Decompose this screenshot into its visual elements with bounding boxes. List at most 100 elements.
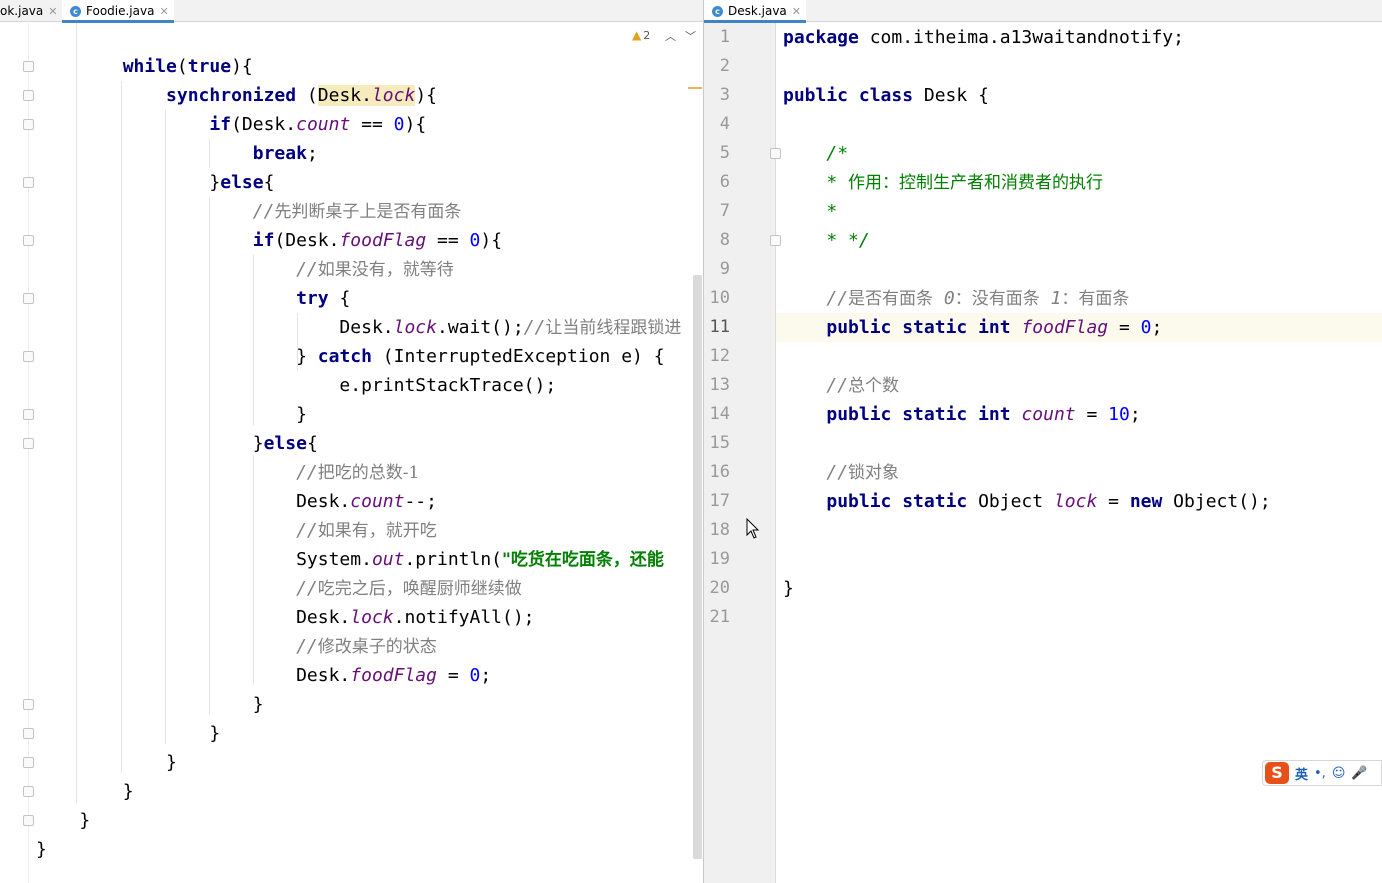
code-line[interactable]: if(Desk.foodFlag == 0){: [36, 226, 502, 255]
fold-marker[interactable]: [23, 177, 34, 188]
code-line[interactable]: public static int count = 10;: [783, 400, 1140, 429]
line-number: 8: [719, 230, 730, 250]
close-icon[interactable]: ✕: [48, 5, 57, 18]
code-line[interactable]: break;: [36, 139, 318, 168]
code-line[interactable]: //先判断桌子上是否有面条: [36, 197, 462, 226]
code-line[interactable]: Desk.lock.notifyAll();: [36, 603, 534, 632]
code-line[interactable]: public class Desk {: [783, 81, 989, 110]
code-line[interactable]: *: [783, 197, 837, 226]
punctuation-icon[interactable]: •,: [1314, 766, 1326, 781]
line-number: 9: [719, 259, 730, 279]
code-line[interactable]: synchronized (Desk.lock){: [36, 81, 437, 110]
code-line[interactable]: //锁对象: [783, 458, 899, 487]
line-number: 20: [709, 578, 730, 598]
code-line[interactable]: Desk.foodFlag = 0;: [36, 661, 491, 690]
code-line[interactable]: //吃完之后，唤醒厨师继续做: [36, 574, 522, 603]
tab-desk-java[interactable]: c Desk.java ✕: [704, 0, 806, 23]
line-number: 6: [719, 172, 730, 192]
tab-foodie-java[interactable]: c Foodie.java ✕: [62, 0, 174, 23]
code-line[interactable]: //如果没有，就等待: [36, 255, 454, 284]
line-number: 3: [719, 85, 730, 105]
code-line[interactable]: }: [36, 400, 307, 429]
line-number: 18: [709, 520, 730, 540]
code-line[interactable]: try {: [36, 284, 350, 313]
chevron-down-icon[interactable]: ﹀: [685, 28, 696, 44]
fold-marker[interactable]: [23, 728, 34, 739]
code-line[interactable]: } catch (InterruptedException e) {: [36, 342, 664, 371]
code-line[interactable]: }: [783, 574, 794, 603]
code-line[interactable]: //如果有，就开吃: [36, 516, 437, 545]
ime-language-toggle[interactable]: 英: [1295, 764, 1308, 783]
code-line[interactable]: public static Object lock = new Object()…: [783, 487, 1270, 516]
fold-marker[interactable]: [23, 293, 34, 304]
fold-marker[interactable]: [23, 90, 34, 101]
code-line[interactable]: }: [36, 690, 264, 719]
fold-marker[interactable]: [23, 438, 34, 449]
close-icon[interactable]: ✕: [159, 5, 168, 18]
line-number: 19: [709, 549, 730, 569]
fold-marker[interactable]: [23, 409, 34, 420]
code-line[interactable]: Desk.count--;: [36, 487, 437, 516]
ime-toolbar[interactable]: S 英 •, ☺ 🎤: [1262, 760, 1382, 786]
fold-marker[interactable]: [770, 148, 781, 159]
line-number: 10: [709, 288, 730, 308]
code-line[interactable]: //总个数: [783, 371, 899, 400]
code-line[interactable]: while(true){: [36, 52, 253, 81]
tab-label: Desk.java: [728, 4, 787, 18]
fold-marker[interactable]: [23, 235, 34, 246]
code-line[interactable]: //修改桌子的状态: [36, 632, 437, 661]
tab-label: ok.java: [0, 4, 44, 18]
line-number: 14: [709, 404, 730, 424]
line-number: 2: [719, 56, 730, 76]
gutter-divider: [28, 23, 29, 883]
code-line[interactable]: }: [36, 719, 220, 748]
code-line[interactable]: //把吃的总数-1: [36, 458, 419, 487]
code-line[interactable]: }: [36, 835, 47, 864]
line-number: 16: [709, 462, 730, 482]
code-line[interactable]: * 作用：控制生产者和消费者的执行: [783, 168, 1103, 197]
line-number: 1: [719, 27, 730, 47]
code-line[interactable]: }: [36, 748, 177, 777]
desk-editor[interactable]: 1 2 3 4 5 6 7 8 9 10 11 12 13 14 15 16 17 18 19 20 21 packag…: [704, 23, 1382, 883]
code-line[interactable]: e.printStackTrace();: [36, 371, 556, 400]
fold-marker[interactable]: [770, 235, 781, 246]
code-line[interactable]: }: [36, 806, 90, 835]
emoji-icon[interactable]: ☺: [1332, 766, 1346, 781]
fold-marker[interactable]: [23, 815, 34, 826]
chevron-up-icon[interactable]: ︿: [665, 28, 676, 44]
inspection-widget[interactable]: ▲ 2: [632, 28, 650, 42]
warning-count: 2: [643, 28, 651, 42]
code-line[interactable]: public static int foodFlag = 0;: [783, 313, 1162, 342]
left-tab-bar: ok.java ✕ c Foodie.java ✕: [0, 0, 703, 23]
close-icon[interactable]: ✕: [792, 5, 801, 18]
microphone-icon[interactable]: 🎤: [1351, 766, 1367, 781]
line-number: 15: [709, 433, 730, 453]
code-line[interactable]: }: [36, 777, 134, 806]
fold-marker[interactable]: [23, 786, 34, 797]
class-file-icon: c: [712, 5, 723, 17]
code-line[interactable]: Desk.lock.wait();//让当前线程跟锁进: [36, 313, 681, 342]
fold-marker[interactable]: [23, 699, 34, 710]
code-line[interactable]: * */: [783, 226, 869, 255]
code-line[interactable]: if(Desk.count == 0){: [36, 110, 426, 139]
foodie-editor[interactable]: ▲ 2 ︿ ﹀ while(true){ synchronized (Desk.…: [0, 23, 703, 883]
code-line[interactable]: package com.itheima.a13waitandnotify;: [783, 23, 1184, 52]
sogou-logo-icon: S: [1265, 762, 1289, 784]
tab-ok-java[interactable]: ok.java ✕: [0, 0, 60, 22]
fold-marker[interactable]: [23, 351, 34, 362]
code-line[interactable]: //是否有面条 0：没有面条 1：有面条: [783, 284, 1129, 313]
fold-marker[interactable]: [23, 757, 34, 768]
vertical-scrollbar[interactable]: [693, 275, 702, 859]
line-number: 13: [709, 375, 730, 395]
line-number: 12: [709, 346, 730, 366]
warning-icon: ▲: [632, 28, 642, 42]
code-line[interactable]: System.out.println("吃货在吃面条，还能: [36, 545, 664, 574]
right-tab-bar: c Desk.java ✕: [704, 0, 1382, 23]
code-line[interactable]: }else{: [36, 429, 318, 458]
fold-marker[interactable]: [23, 61, 34, 72]
fold-marker[interactable]: [23, 119, 34, 130]
line-number: 5: [719, 143, 730, 163]
code-line[interactable]: }else{: [36, 168, 274, 197]
code-line[interactable]: /*: [783, 139, 848, 168]
mouse-pointer-icon: [746, 518, 760, 539]
